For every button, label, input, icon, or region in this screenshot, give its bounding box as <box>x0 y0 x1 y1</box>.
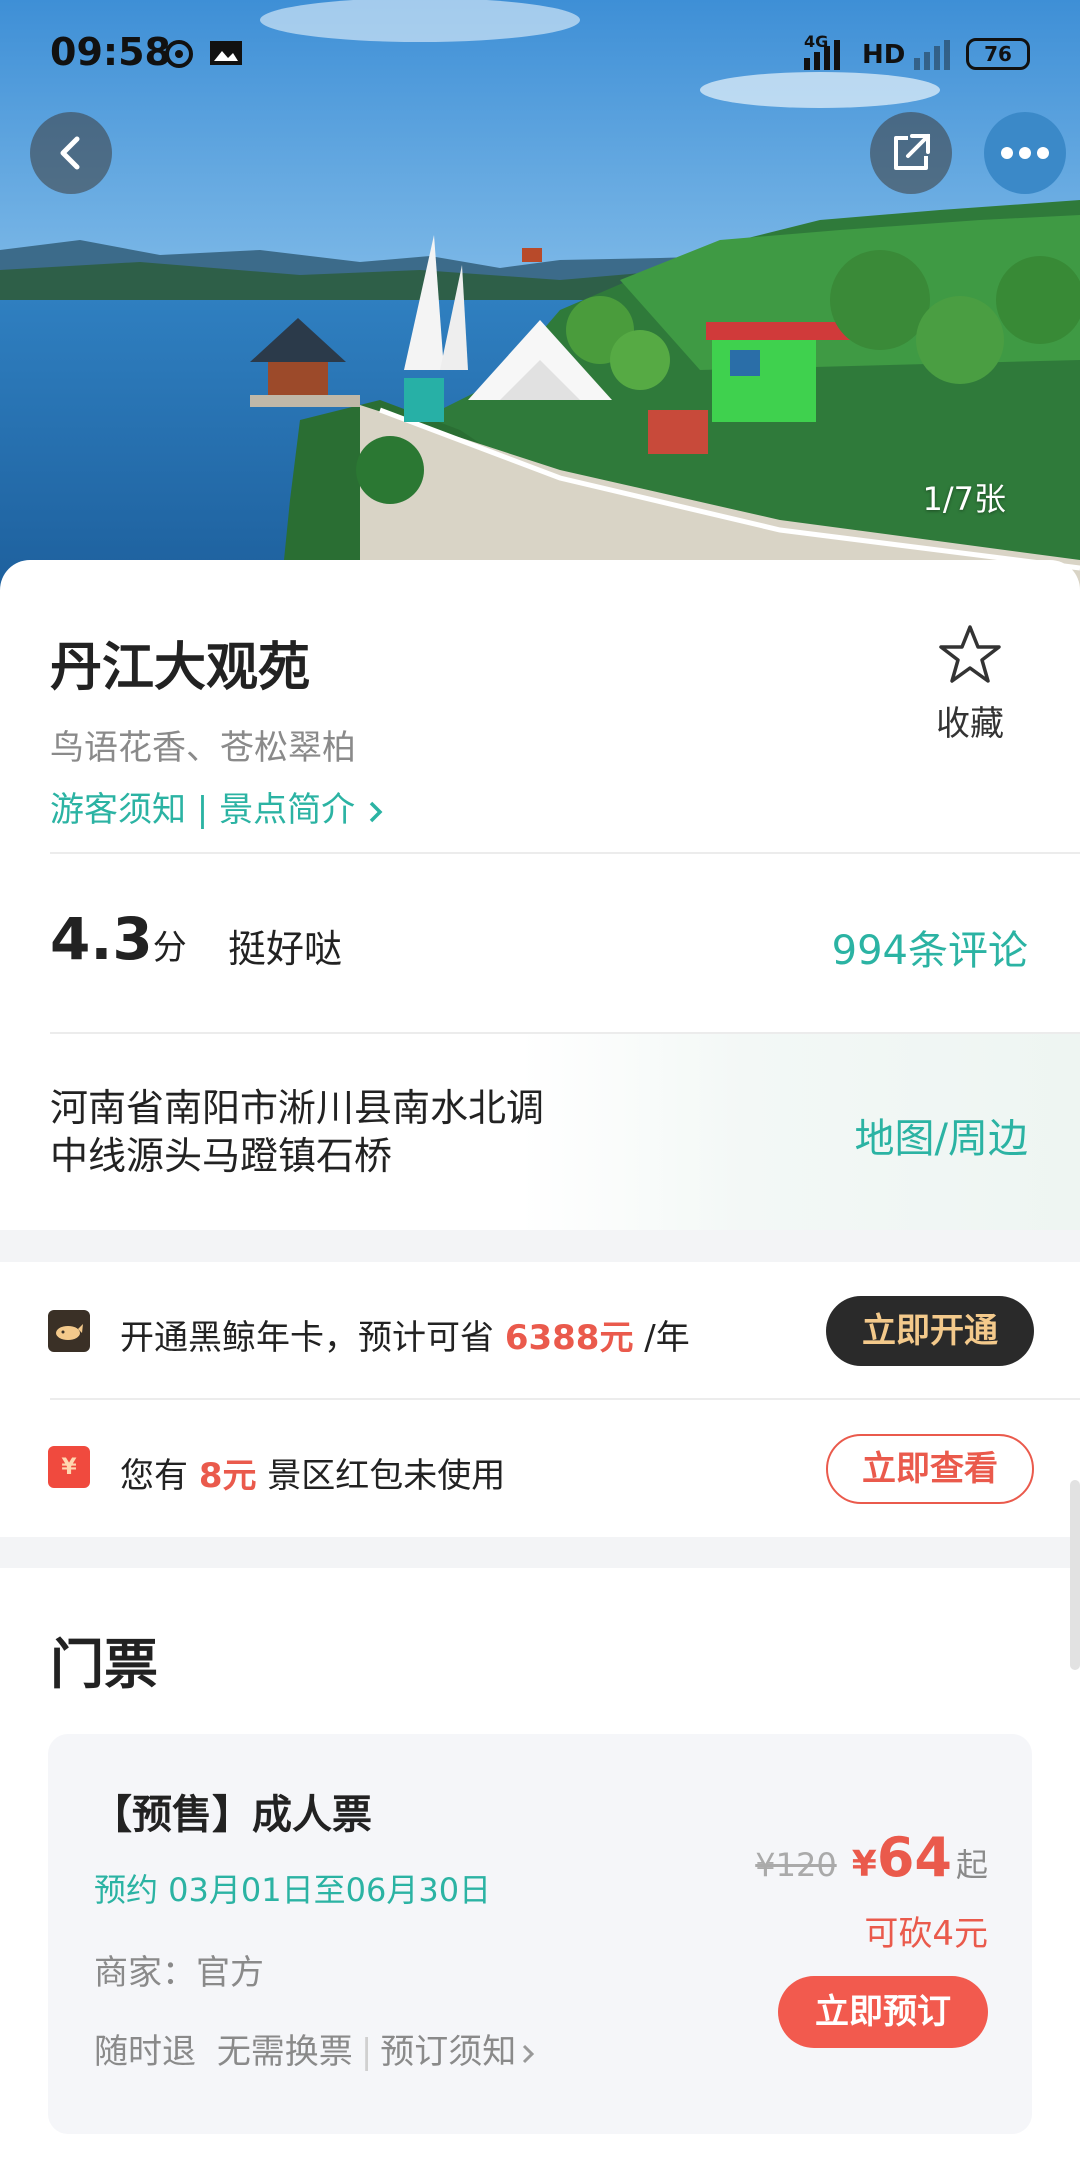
tag-no-exchange: 无需换票 <box>216 2032 353 2072</box>
battery-level: 76 <box>984 42 1012 66</box>
ticket-price: ¥120 ¥64 起 <box>755 1826 988 1889</box>
rating-unit: 分 <box>152 928 187 968</box>
map-surroundings-link[interactable]: 地图/周边 <box>855 1106 1028 1164</box>
favorite-label: 收藏 <box>936 704 1004 744</box>
address-text: 河南省南阳市淅川县南水北调 中线源头马蹬镇石桥 <box>50 1084 650 1180</box>
share-icon <box>894 134 930 170</box>
open-card-button[interactable]: 立即开通 <box>826 1296 1034 1366</box>
currency-symbol: ¥ <box>851 1844 877 1885</box>
photo-counter: 1/7张 <box>922 480 1006 518</box>
battery-icon: 76 <box>966 38 1030 70</box>
image-icon <box>208 38 244 68</box>
hd-label: HD <box>862 40 906 70</box>
back-icon <box>60 136 80 170</box>
notice-intro-label: 游客须知 | 景点简介 <box>50 790 356 830</box>
status-bar: 09:58 4G HD 76 <box>0 0 1080 110</box>
coupon-suffix: 景区红包未使用 <box>267 1456 506 1496</box>
attraction-subtitle: 鸟语花香、苍松翠柏 <box>50 728 356 768</box>
view-coupon-button[interactable]: 立即查看 <box>826 1434 1034 1504</box>
ticket-date: 预约 03月01日至06月30日 <box>94 1871 492 1909</box>
rating-text: 挺好哒 <box>228 927 343 971</box>
notification-icon <box>162 38 198 68</box>
current-price: 64 <box>876 1826 952 1889</box>
attraction-title: 丹江大观苑 <box>50 638 311 698</box>
booking-notice-label: 预订须知 <box>380 2032 517 2072</box>
back-button[interactable] <box>30 112 112 194</box>
notice-intro-link[interactable]: 游客须知 | 景点简介 <box>50 782 386 831</box>
rating-score: 4.3分 <box>50 905 187 973</box>
address-line-2: 中线源头马蹬镇石桥 <box>50 1134 393 1178</box>
ticket-tags: 随时退 无需换票 | 预订须知 <box>94 2024 538 2073</box>
original-price: ¥120 <box>755 1846 837 1884</box>
annual-card-amount: 6388元 <box>504 1318 634 1358</box>
red-packet-icon: ¥ <box>48 1446 90 1488</box>
rating-value: 4.3 <box>50 905 153 973</box>
reviews-link[interactable]: 994条评论 <box>832 918 1028 976</box>
favorite-button[interactable]: 收藏 <box>900 622 1040 745</box>
tag-separator: | <box>360 2032 373 2072</box>
star-icon <box>939 625 1001 683</box>
coupon-text: 您有 8元 景区红包未使用 <box>120 1448 505 1497</box>
ticket-name: 【预售】成人票 <box>92 1792 372 1838</box>
signal-icon <box>804 38 840 70</box>
booking-notice-link[interactable]: 预订须知 <box>380 2032 538 2072</box>
book-now-button[interactable]: 立即预订 <box>778 1976 988 2048</box>
annual-card-text: 开通黑鲸年卡，预计可省 6388元 /年 <box>120 1310 690 1359</box>
signal-2-icon <box>914 38 950 70</box>
red-packet-symbol: ¥ <box>61 1454 77 1480</box>
divider <box>50 852 1080 854</box>
scrollbar[interactable] <box>1070 1480 1080 1670</box>
price-suffix: 起 <box>955 1846 988 1884</box>
status-time: 09:58 <box>50 30 171 74</box>
coupon-prefix: 您有 <box>120 1456 188 1496</box>
tickets-title: 门票 <box>50 1633 158 1696</box>
more-icon <box>1001 147 1049 159</box>
share-button[interactable] <box>870 112 952 194</box>
annual-card-prefix: 开通黑鲸年卡，预计可省 <box>120 1318 494 1358</box>
more-button[interactable] <box>984 112 1066 194</box>
whale-card-icon <box>48 1310 90 1352</box>
ticket-merchant: 商家：官方 <box>94 1953 264 1993</box>
chevron-right-icon <box>523 2044 535 2063</box>
tag-refund: 随时退 <box>94 2032 196 2072</box>
hero-photo[interactable]: 09:58 4G HD 76 1/7张 <box>0 0 1080 600</box>
bargain-text: 可砍4元 <box>864 1914 988 1954</box>
address-line-1: 河南省南阳市淅川县南水北调 <box>50 1086 545 1130</box>
annual-card-suffix: /年 <box>644 1318 690 1358</box>
coupon-amount: 8元 <box>198 1456 257 1496</box>
chevron-right-icon <box>369 801 383 822</box>
